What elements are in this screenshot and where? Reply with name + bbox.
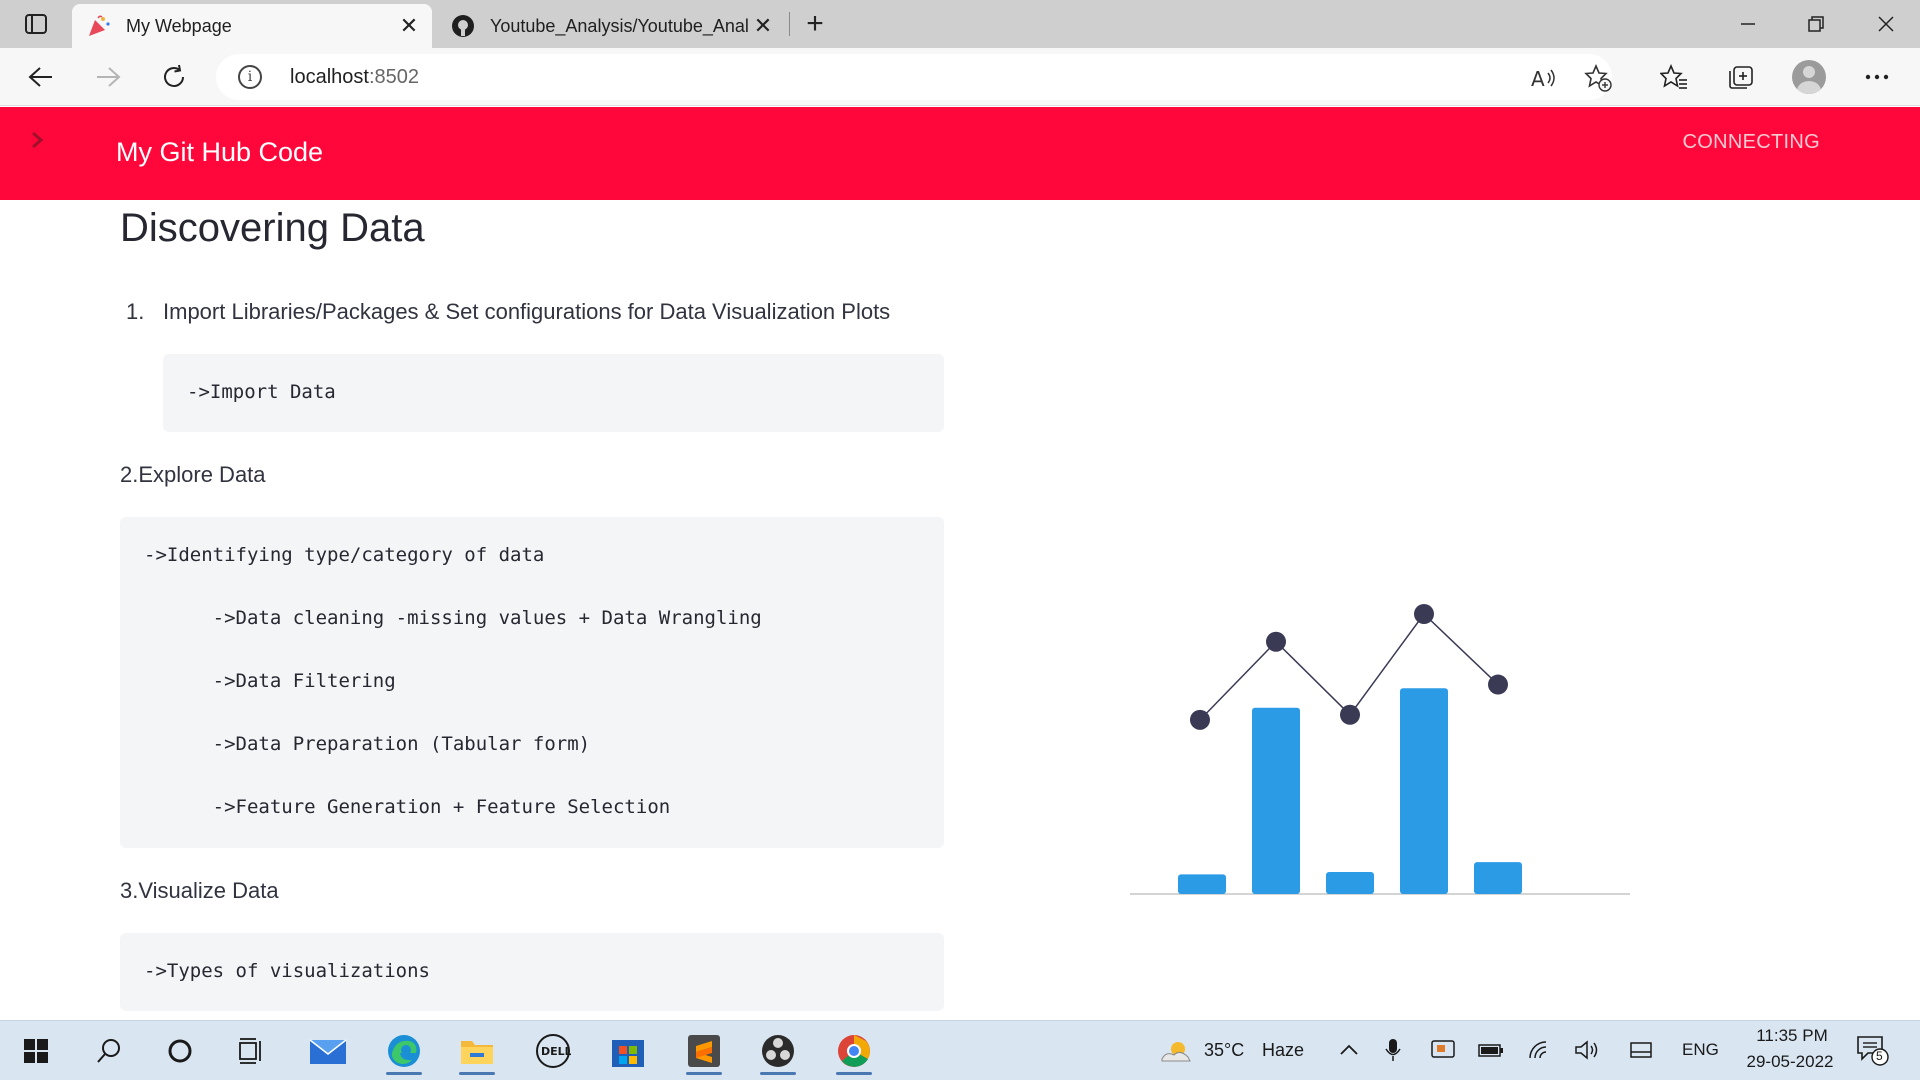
tab-actions-icon[interactable] <box>18 10 54 38</box>
read-aloud-icon[interactable]: A <box>1530 64 1558 92</box>
code-line: ->Data Preparation (Tabular form) <box>144 733 591 755</box>
add-favorite-icon[interactable] <box>1584 64 1612 92</box>
browser-toolbar: i localhost:8502 A <box>0 48 1920 106</box>
step-3-text: 3.Visualize Data <box>120 878 279 903</box>
clock-date[interactable]: 29-05-2022 <box>1736 1052 1844 1072</box>
profile-avatar[interactable] <box>1792 60 1826 94</box>
close-window-icon[interactable] <box>1856 4 1916 44</box>
illustration-point <box>1414 604 1434 624</box>
windows-taskbar: DELL 35°C Haze ENG 11:35 PM 29-05-2022 5 <box>0 1020 1920 1080</box>
code-line: ->Feature Generation + Feature Selection <box>144 796 671 818</box>
app-header: My Git Hub Code CONNECTING <box>0 107 1920 200</box>
display-settings-icon[interactable] <box>1430 1037 1456 1063</box>
code-line: ->Import Data <box>187 381 336 403</box>
illustration-bar <box>1252 707 1300 894</box>
illustration-bar <box>1474 862 1522 894</box>
store-icon[interactable] <box>602 1027 654 1075</box>
tab-divider <box>789 12 790 36</box>
chrome-icon[interactable] <box>828 1027 880 1075</box>
tab-youtube-analysis[interactable]: Youtube_Analysis/Youtube_Analy ✕ <box>436 4 786 48</box>
mail-icon[interactable] <box>302 1027 354 1075</box>
site-info-icon[interactable]: i <box>238 65 262 89</box>
forward-icon[interactable] <box>87 56 129 98</box>
party-popper-icon <box>86 13 112 39</box>
search-icon[interactable] <box>83 1027 135 1075</box>
notification-count: 5 <box>1876 1049 1883 1063</box>
step-2-text: 2.Explore Data <box>120 462 266 487</box>
chevron-up-icon[interactable] <box>1336 1037 1362 1063</box>
microphone-icon[interactable] <box>1380 1037 1406 1063</box>
back-icon[interactable] <box>20 56 62 98</box>
close-tab-icon[interactable]: ✕ <box>394 11 424 41</box>
dell-icon[interactable]: DELL <box>527 1027 579 1075</box>
code-block-explore: ->Identifying type/category of data ->Da… <box>120 517 944 848</box>
tab-title: Youtube_Analysis/Youtube_Analy <box>490 15 748 36</box>
code-line: ->Identifying type/category of data <box>144 544 545 566</box>
code-line: ->Data Filtering <box>144 670 396 692</box>
wifi-icon[interactable] <box>1527 1037 1553 1063</box>
obs-icon[interactable] <box>752 1027 804 1075</box>
connection-status: CONNECTING <box>1682 131 1820 153</box>
header-brand-link[interactable]: My Git Hub Code <box>116 137 323 168</box>
clock-time[interactable]: 11:35 PM <box>1746 1026 1838 1046</box>
svg-text:A: A <box>1531 67 1545 89</box>
data-chart-illustration <box>1130 604 1630 895</box>
illustration-line <box>1199 612 1499 721</box>
task-view-icon[interactable] <box>226 1027 278 1075</box>
collections-icon[interactable] <box>1720 56 1762 98</box>
minimize-icon[interactable] <box>1718 4 1778 44</box>
address-bar[interactable]: i localhost:8502 A <box>216 54 1612 100</box>
address-url: localhost:8502 <box>290 66 419 88</box>
code-block-import: ->Import Data <box>163 354 944 432</box>
step-1-number: 1. <box>126 299 145 324</box>
code-line: ->Types of visualizations <box>144 960 430 982</box>
illustration-point <box>1266 631 1286 652</box>
input-language[interactable]: ENG <box>1682 1040 1719 1060</box>
tab-my-webpage[interactable]: My Webpage ✕ <box>72 4 432 48</box>
keyboard-layout-icon[interactable] <box>1628 1037 1654 1063</box>
volume-icon[interactable] <box>1574 1037 1600 1063</box>
tab-title: My Webpage <box>126 15 232 36</box>
new-tab-button[interactable]: + <box>798 7 832 40</box>
close-tab-icon[interactable]: ✕ <box>748 11 778 41</box>
illustration-bar <box>1178 874 1226 894</box>
cortana-icon[interactable] <box>154 1027 206 1075</box>
more-options-icon[interactable] <box>1856 56 1898 98</box>
restore-icon[interactable] <box>1786 4 1846 44</box>
page-title: Discovering Data <box>120 206 425 250</box>
browser-tab-strip: My Webpage ✕ Youtube_Analysis/Youtube_An… <box>0 0 1920 48</box>
weather-temperature[interactable]: 35°C <box>1204 1040 1244 1061</box>
file-explorer-icon[interactable] <box>451 1027 503 1075</box>
sublime-text-icon[interactable] <box>678 1027 730 1075</box>
weather-icon[interactable] <box>1160 1037 1192 1063</box>
code-block-visualize: ->Types of visualizations <box>120 933 944 1011</box>
edge-icon[interactable] <box>378 1027 430 1075</box>
favorites-icon[interactable] <box>1653 56 1695 98</box>
reload-icon[interactable] <box>153 56 195 98</box>
notifications-icon[interactable]: 5 <box>1856 1035 1890 1067</box>
illustration-point <box>1190 709 1210 730</box>
illustration-bar <box>1400 688 1448 894</box>
github-icon <box>450 13 476 39</box>
code-line: ->Data cleaning -missing values + Data W… <box>144 607 762 629</box>
start-icon[interactable] <box>10 1027 62 1075</box>
illustration-bar <box>1326 871 1374 894</box>
illustration-point <box>1340 704 1360 725</box>
weather-condition[interactable]: Haze <box>1262 1040 1304 1061</box>
battery-icon[interactable] <box>1478 1037 1504 1063</box>
sidebar-expand-chevron-icon[interactable] <box>26 129 48 151</box>
illustration-point <box>1488 674 1508 695</box>
main-content: Discovering Data 1. Import Libraries/Pac… <box>0 200 1920 1020</box>
step-1-text: Import Libraries/Packages & Set configur… <box>163 299 891 324</box>
svg-text:DELL: DELL <box>541 1045 571 1058</box>
